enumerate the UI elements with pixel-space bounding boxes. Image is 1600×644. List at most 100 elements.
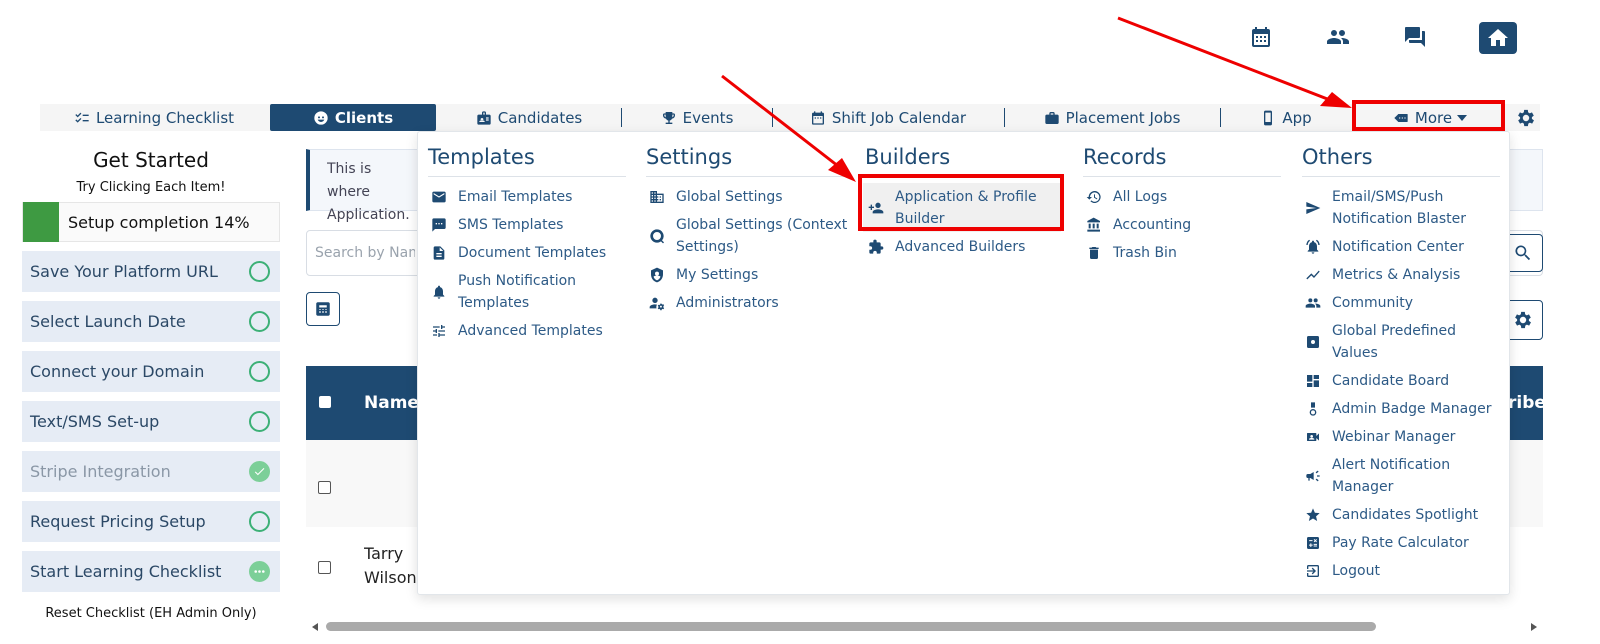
menu-label: Candidate Board: [1332, 373, 1450, 389]
menu-label: Global Predefined Values: [1332, 323, 1457, 361]
nav-events[interactable]: Events: [622, 104, 772, 131]
menu-global-settings[interactable]: Global Settings: [648, 186, 848, 208]
menu-logout[interactable]: Logout: [1304, 560, 1499, 582]
menu-notification-center[interactable]: Notification Center: [1304, 236, 1499, 258]
nav-shift-job-calendar[interactable]: Shift Job Calendar: [773, 104, 1003, 131]
logout-icon: [1304, 560, 1322, 582]
sms-icon: [430, 214, 448, 236]
todo-circle-icon: [249, 361, 270, 382]
briefcase-icon: [1044, 111, 1059, 124]
nav-candidates[interactable]: Candidates: [440, 104, 618, 131]
row-checkbox[interactable]: [318, 481, 331, 494]
menu-label: Administrators: [676, 295, 779, 311]
menu-label: Advanced Templates: [458, 323, 603, 339]
horizontal-scrollbar[interactable]: [306, 622, 1543, 631]
nav-app[interactable]: App: [1221, 104, 1351, 131]
settings-button[interactable]: [1512, 104, 1540, 131]
column-header-subscribed[interactable]: ribed: [1508, 393, 1543, 413]
nav-label: Events: [682, 108, 734, 127]
calendar-top-button[interactable]: [1241, 20, 1281, 54]
progress-label: Setup completion 14%: [68, 212, 250, 232]
task-request-pricing-setup[interactable]: Request Pricing Setup: [22, 501, 280, 542]
menu-global-settings-context[interactable]: Global Settings (Context Settings): [648, 214, 848, 258]
annotation-box-builder: [858, 174, 1064, 231]
column-heading-settings: Settings: [646, 145, 733, 169]
chat-top-button[interactable]: [1395, 20, 1435, 54]
people-top-button[interactable]: [1318, 20, 1358, 54]
column-header-name[interactable]: Name: [364, 393, 419, 413]
menu-my-settings[interactable]: My Settings: [648, 264, 848, 286]
building-icon: [648, 186, 666, 208]
menu-metrics-analysis[interactable]: Metrics & Analysis: [1304, 264, 1499, 286]
menu-alert-notification-manager[interactable]: Alert Notification Manager: [1304, 454, 1484, 498]
task-save-platform-url[interactable]: Save Your Platform URL: [22, 251, 280, 292]
menu-webinar-manager[interactable]: Webinar Manager: [1304, 426, 1499, 448]
menu-label: Advanced Builders: [895, 239, 1026, 255]
column-heading-others: Others: [1302, 145, 1373, 169]
menu-admin-badge-manager[interactable]: Admin Badge Manager: [1304, 398, 1509, 420]
nav-placement-jobs[interactable]: Placement Jobs: [1005, 104, 1219, 131]
menu-trash-bin[interactable]: Trash Bin: [1085, 242, 1280, 264]
megaphone-icon: [1304, 465, 1322, 487]
menu-label: SMS Templates: [458, 217, 564, 233]
scrollbar-thumb[interactable]: [326, 622, 1376, 631]
home-icon: [1488, 29, 1508, 46]
people-icon: [1327, 30, 1349, 44]
menu-advanced-builders[interactable]: Advanced Builders: [867, 236, 1062, 258]
task-text-sms-setup[interactable]: Text/SMS Set-up: [22, 401, 280, 442]
menu-push-notification-templates[interactable]: Push Notification Templates: [430, 270, 620, 314]
menu-administrators[interactable]: Administrators: [648, 292, 848, 314]
menu-label: Community: [1332, 295, 1414, 311]
menu-label: Email/SMS/Push Notification Blaster: [1332, 189, 1467, 227]
task-connect-domain[interactable]: Connect your Domain: [22, 351, 280, 392]
menu-email-templates[interactable]: Email Templates: [430, 186, 630, 208]
menu-all-logs[interactable]: All Logs: [1085, 186, 1280, 208]
menu-community[interactable]: Community: [1304, 292, 1499, 314]
scroll-right-icon[interactable]: [1531, 623, 1537, 631]
scroll-left-icon[interactable]: [312, 623, 318, 631]
menu-label: Candidates Spotlight: [1332, 507, 1479, 523]
menu-label: Metrics & Analysis: [1332, 267, 1461, 283]
row-checkbox[interactable]: [318, 561, 331, 574]
user-shield-icon: [648, 264, 666, 286]
nav-label: Clients: [334, 108, 394, 127]
medal-icon: [1304, 398, 1322, 420]
task-start-learning-checklist[interactable]: Start Learning Checklist: [22, 551, 280, 592]
task-stripe-integration[interactable]: Stripe Integration: [22, 451, 280, 492]
video-person-icon: [1304, 426, 1322, 448]
nav-label: Candidates: [497, 108, 583, 127]
todo-circle-icon: [249, 511, 270, 532]
menu-label: All Logs: [1113, 189, 1168, 205]
row-name: Tarry Wilson: [364, 544, 416, 587]
task-label: Connect your Domain: [30, 362, 205, 381]
reset-checklist-link[interactable]: Reset Checklist (EH Admin Only): [22, 606, 280, 621]
menu-sms-templates[interactable]: SMS Templates: [430, 214, 630, 236]
menu-advanced-templates[interactable]: Advanced Templates: [430, 320, 630, 342]
task-label: Request Pricing Setup: [30, 512, 206, 531]
task-select-launch-date[interactable]: Select Launch Date: [22, 301, 280, 342]
home-button[interactable]: [1479, 22, 1517, 54]
calculator-button[interactable]: [306, 292, 340, 326]
sidebar-title: Get Started: [93, 148, 209, 172]
nav-learning-checklist[interactable]: Learning Checklist: [40, 104, 268, 131]
menu-candidates-spotlight[interactable]: Candidates Spotlight: [1304, 504, 1499, 526]
dashboard-icon: [1304, 370, 1322, 392]
nav-clients[interactable]: Clients: [270, 104, 436, 131]
menu-accounting[interactable]: Accounting: [1085, 214, 1280, 236]
menu-document-templates[interactable]: Document Templates: [430, 242, 630, 264]
badge-icon: [477, 110, 491, 125]
menu-notification-blaster[interactable]: Email/SMS/Push Notification Blaster: [1304, 186, 1484, 230]
bank-icon: [1085, 214, 1103, 236]
annotation-box-more: [1352, 100, 1505, 131]
menu-global-predefined-values[interactable]: Global Predefined Values: [1304, 320, 1484, 364]
menu-label: Document Templates: [458, 245, 607, 261]
chat-icon: [1405, 27, 1425, 47]
bell-icon: [430, 281, 448, 303]
alarm-icon: [1304, 236, 1322, 258]
nav-label: Placement Jobs: [1065, 108, 1181, 127]
menu-candidate-board[interactable]: Candidate Board: [1304, 370, 1499, 392]
menu-pay-rate-calculator[interactable]: Pay Rate Calculator: [1304, 532, 1499, 554]
globe-search-icon: [648, 225, 666, 247]
progress-fill: [23, 202, 59, 242]
select-all-checkbox[interactable]: [319, 396, 331, 408]
